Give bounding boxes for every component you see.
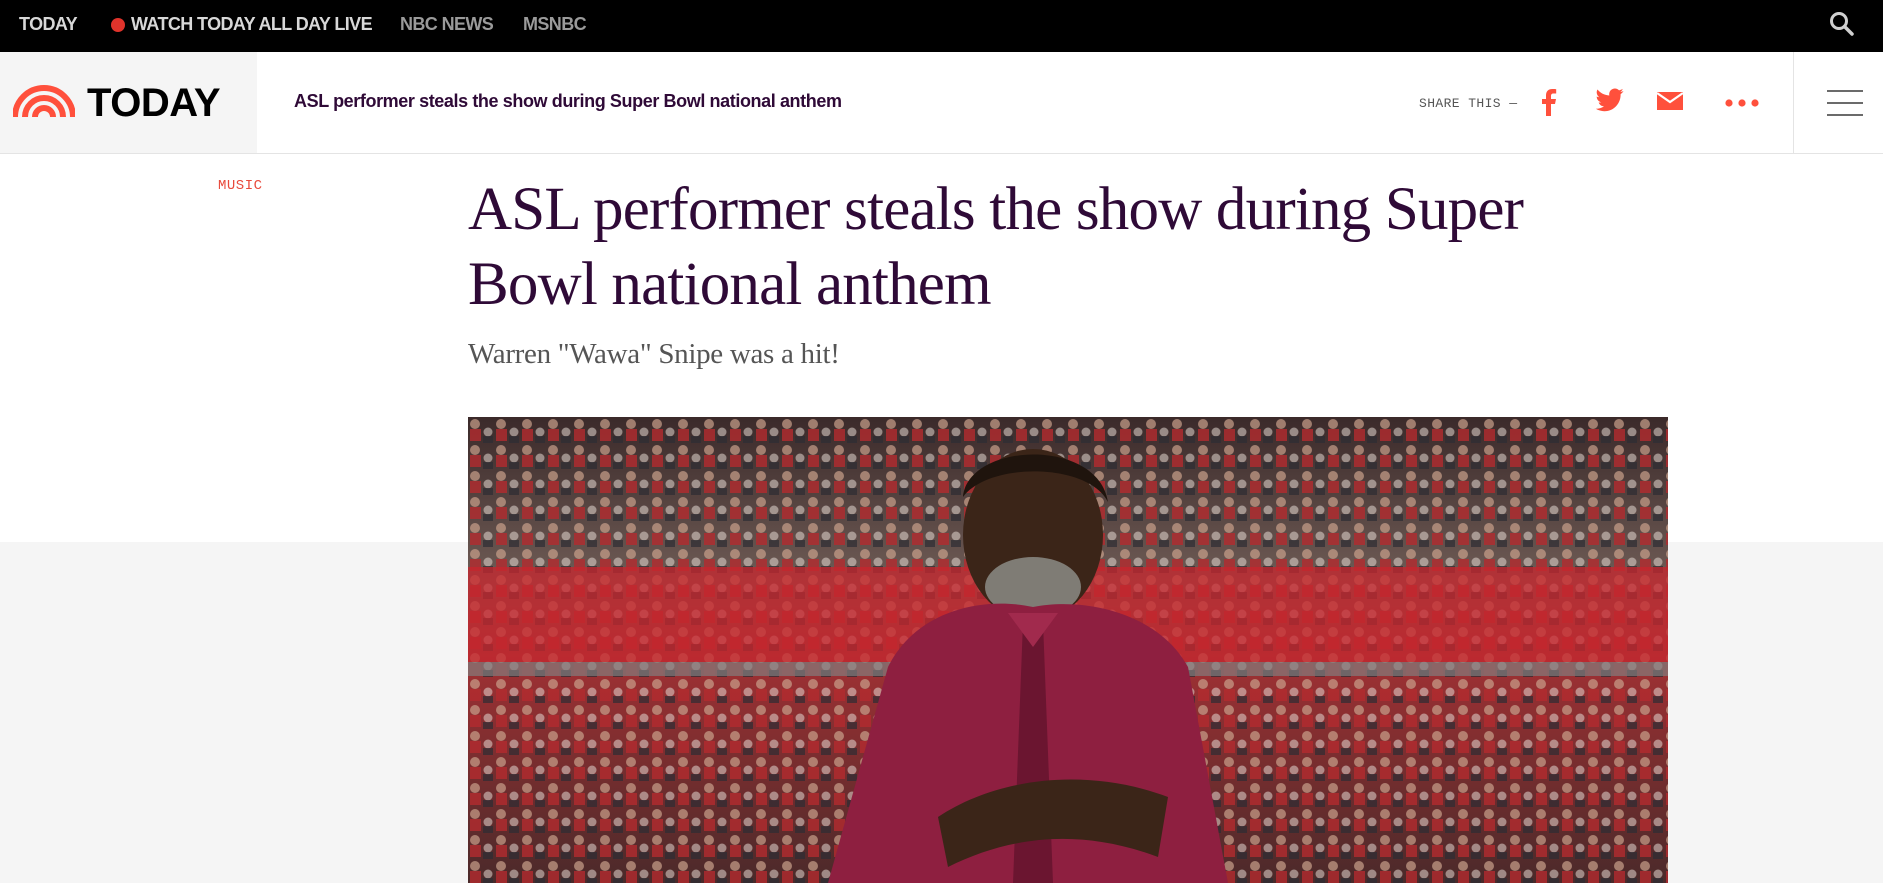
category-label[interactable]: MUSIC: [218, 178, 263, 194]
twitter-icon[interactable]: [1595, 88, 1624, 117]
more-options-icon[interactable]: [1724, 88, 1760, 113]
sticky-header: TODAY ASL performer steals the show duri…: [0, 52, 1883, 154]
mail-icon[interactable]: [1656, 88, 1684, 118]
logo-text: TODAY: [87, 81, 221, 125]
top-nav-today-link[interactable]: TODAY: [19, 14, 78, 35]
top-nav-bar: TODAY WATCH TODAY ALL DAY LIVE NBC NEWS …: [0, 0, 1883, 52]
header-article-title: ASL performer steals the show during Sup…: [294, 91, 842, 111]
article-headline: ASL performer steals the show during Sup…: [468, 176, 1524, 318]
top-nav-watch-live-link[interactable]: WATCH TODAY ALL DAY LIVE: [111, 14, 373, 35]
search-icon[interactable]: [1828, 10, 1856, 38]
hero-image: [468, 417, 1668, 883]
top-nav-nbc-news-link[interactable]: NBC NEWS: [400, 14, 494, 35]
facebook-icon[interactable]: [1538, 88, 1560, 121]
share-label: SHARE THIS —: [1419, 96, 1518, 111]
hamburger-menu-icon[interactable]: [1827, 90, 1863, 116]
today-logo[interactable]: TODAY: [0, 52, 257, 153]
article-dek: Warren "Wawa" Snipe was a hit!: [468, 338, 840, 370]
live-dot-icon: [111, 17, 125, 32]
today-sun-logo-icon: [13, 85, 75, 117]
top-nav-msnbc-link[interactable]: MSNBC: [523, 14, 587, 35]
header-divider: [1793, 52, 1794, 153]
watch-live-label: WATCH TODAY ALL DAY LIVE: [131, 14, 373, 34]
